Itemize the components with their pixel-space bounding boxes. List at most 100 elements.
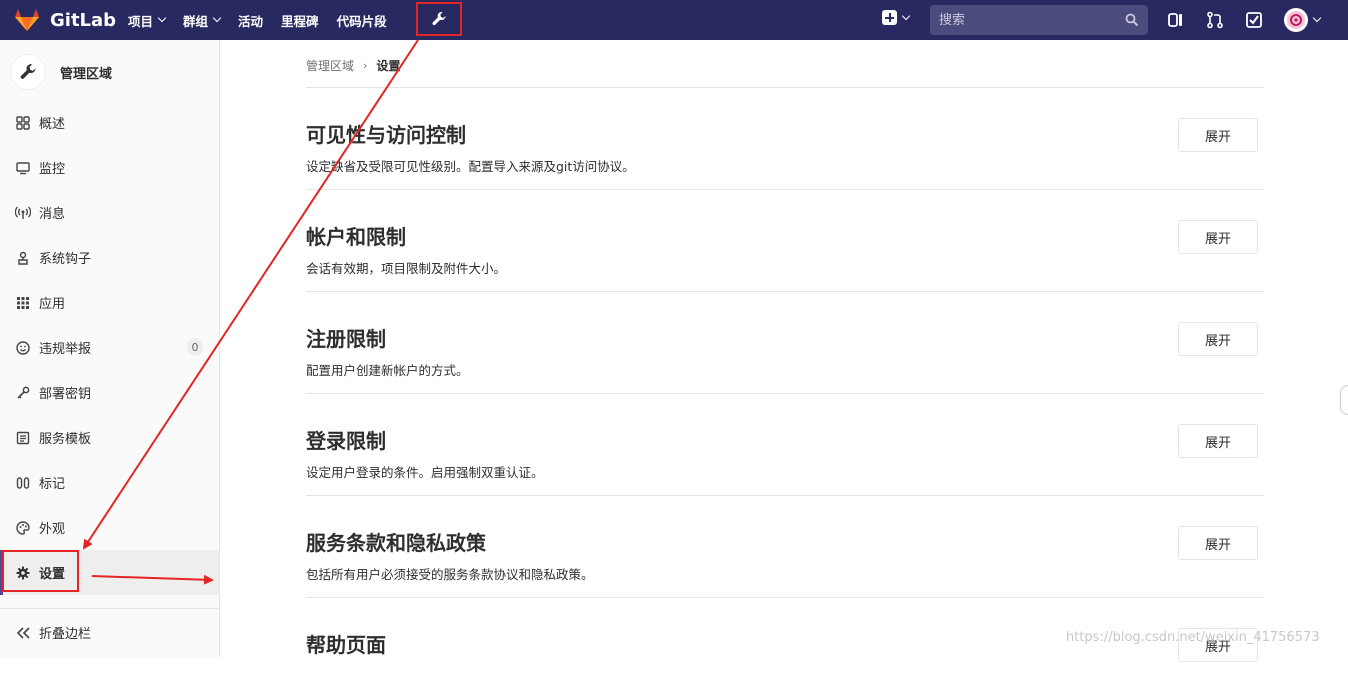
- gitlab-logo[interactable]: GitLab: [14, 8, 116, 32]
- palette-icon: [15, 520, 31, 536]
- sidebar-item-label: 消息: [39, 207, 66, 222]
- nav-label: 活动: [238, 13, 264, 29]
- sidebar-item-label: 设置: [39, 567, 66, 582]
- expand-button[interactable]: 展开: [1178, 118, 1258, 152]
- settings-section-help-page: 帮助页面 展开: [306, 598, 1264, 700]
- sidebar-item-monitoring[interactable]: 监控: [0, 145, 219, 190]
- nav-snippets[interactable]: 代码片段: [337, 11, 387, 30]
- plus-square-icon: [882, 10, 897, 25]
- issues-icon[interactable]: [1167, 11, 1185, 29]
- sidebar-item-label: 应用: [39, 297, 66, 312]
- sidebar-item-label: 外观: [39, 522, 66, 537]
- sidebar-item-label: 部署密钥: [39, 387, 92, 402]
- section-title: 注册限制: [306, 327, 386, 351]
- monitor-icon: [15, 160, 31, 176]
- sidebar-item-applications[interactable]: 应用: [0, 280, 219, 325]
- main-nav: 项目 群组 活动 里程碑 代码片段: [128, 0, 405, 40]
- sidebar-item-label: 标记: [39, 477, 66, 492]
- nav-label: 项目: [128, 13, 154, 29]
- top-navbar: GitLab 项目 群组 活动 里程碑 代码片段: [0, 0, 1348, 40]
- merge-request-icon[interactable]: [1206, 11, 1224, 29]
- nav-label: 群组: [183, 13, 209, 29]
- apps-grid-icon: [15, 295, 31, 311]
- template-icon: [15, 430, 31, 446]
- chevron-down-icon: [901, 11, 911, 20]
- sidebar-item-deploy-keys[interactable]: 部署密钥: [0, 370, 219, 415]
- search-icon: [1125, 13, 1139, 27]
- scroll-handle[interactable]: [1340, 385, 1348, 415]
- todo-icon[interactable]: [1245, 11, 1263, 29]
- settings-section-account-limits: 帐户和限制 会话有效期，项目限制及附件大小。 展开: [306, 190, 1264, 292]
- collapse-label: 折叠边栏: [39, 627, 92, 642]
- breadcrumb-parent-link[interactable]: 管理区域: [306, 57, 354, 74]
- settings-section-signup: 注册限制 配置用户创建新帐户的方式。 展开: [306, 292, 1264, 394]
- sidebar-item-label: 服务模板: [39, 432, 92, 447]
- user-menu[interactable]: [1284, 8, 1322, 32]
- admin-sidebar: 管理区域 概述 监控 消息 系统钩子 应用 违规举报 0 部署密钥 服务模板 标…: [0, 40, 220, 657]
- search-input[interactable]: [930, 5, 1148, 35]
- count-badge: 0: [187, 338, 203, 356]
- gear-icon: [15, 565, 31, 581]
- section-description: 会话有效期，项目限制及附件大小。: [306, 261, 507, 276]
- section-title: 帐户和限制: [306, 225, 406, 249]
- overview-icon: [15, 115, 31, 131]
- search-box: [930, 5, 1148, 35]
- hook-icon: [15, 250, 31, 266]
- sidebar-item-settings[interactable]: 设置: [0, 550, 219, 595]
- sidebar-item-messages[interactable]: 消息: [0, 190, 219, 235]
- identicon-icon: [1287, 11, 1305, 29]
- sidebar-item-appearance[interactable]: 外观: [0, 505, 219, 550]
- labels-icon: [15, 475, 31, 491]
- nav-projects[interactable]: 项目: [128, 11, 167, 30]
- nav-label: 里程碑: [281, 13, 319, 29]
- avatar: [1284, 8, 1308, 32]
- nav-milestones[interactable]: 里程碑: [281, 11, 319, 30]
- sidebar-item-overview[interactable]: 概述: [0, 100, 219, 145]
- app-name: GitLab: [50, 9, 117, 31]
- section-title: 帮助页面: [306, 633, 386, 657]
- smiley-icon: [15, 340, 31, 356]
- sidebar-divider: [0, 608, 219, 609]
- sidebar-item-label: 监控: [39, 162, 66, 177]
- section-description: 配置用户创建新帐户的方式。: [306, 363, 469, 378]
- section-title: 服务条款和隐私政策: [306, 531, 486, 555]
- sidebar-item-service-templates[interactable]: 服务模板: [0, 415, 219, 460]
- sidebar-item-abuse-reports[interactable]: 违规举报 0: [0, 325, 219, 370]
- expand-button[interactable]: 展开: [1178, 526, 1258, 560]
- new-dropdown-button[interactable]: [882, 10, 911, 25]
- sidebar-item-label: 违规举报: [39, 342, 92, 357]
- chevron-down-icon: [157, 13, 167, 23]
- chevron-right-icon: ›: [363, 59, 368, 72]
- breadcrumb: 管理区域 › 设置: [306, 57, 400, 74]
- nav-groups[interactable]: 群组: [183, 11, 222, 30]
- section-description: 包括所有用户必须接受的服务条款协议和隐私政策。: [306, 567, 594, 582]
- breadcrumb-current: 设置: [376, 59, 401, 73]
- sidebar-header[interactable]: 管理区域: [10, 54, 112, 90]
- settings-section-terms: 服务条款和隐私政策 包括所有用户必须接受的服务条款协议和隐私政策。 展开: [306, 496, 1264, 598]
- broadcast-icon: [15, 205, 31, 221]
- watermark: https://blog.csdn.net/weixin_41756573: [1066, 630, 1320, 645]
- key-icon: [15, 385, 31, 401]
- expand-button[interactable]: 展开: [1178, 424, 1258, 458]
- section-title: 登录限制: [306, 429, 386, 453]
- nav-label: 代码片段: [336, 13, 387, 29]
- nav-activity[interactable]: 活动: [238, 11, 263, 30]
- wrench-icon: [20, 64, 36, 79]
- double-chevron-left-icon: [16, 626, 30, 639]
- admin-area-button[interactable]: [416, 2, 462, 36]
- settings-section-visibility: 可见性与访问控制 设定缺省及受限可见性级别。配置导入来源及git访问协议。 展开: [306, 88, 1264, 190]
- expand-button[interactable]: 展开: [1178, 322, 1258, 356]
- chevron-down-icon: [212, 13, 222, 23]
- sidebar-avatar: [10, 54, 46, 90]
- section-description: 设定用户登录的条件。启用强制双重认证。: [306, 465, 544, 480]
- sidebar-item-labels[interactable]: 标记: [0, 460, 219, 505]
- sidebar-title: 管理区域: [60, 66, 113, 82]
- collapse-sidebar-button[interactable]: 折叠边栏: [15, 623, 91, 642]
- sidebar-item-label: 系统钩子: [39, 252, 92, 267]
- section-description: 设定缺省及受限可见性级别。配置导入来源及git访问协议。: [306, 159, 635, 174]
- tanuki-icon: [15, 9, 39, 31]
- settings-section-signin: 登录限制 设定用户登录的条件。启用强制双重认证。 展开: [306, 394, 1264, 496]
- chevron-down-icon: [1312, 13, 1322, 23]
- sidebar-item-system-hooks[interactable]: 系统钩子: [0, 235, 219, 280]
- expand-button[interactable]: 展开: [1178, 220, 1258, 254]
